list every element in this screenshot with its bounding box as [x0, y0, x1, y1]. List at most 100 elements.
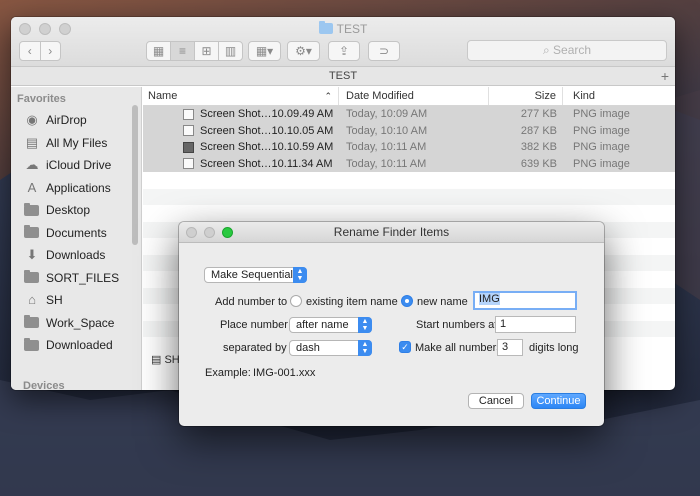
cloud-icon: ☁	[25, 157, 39, 173]
rename-dialog: Rename Finder Items Make Sequential ▲ ▼ A…	[179, 222, 604, 426]
sidebar-favorites-header: Favorites	[17, 93, 66, 105]
bottom-path-bar: ▤ SH	[151, 354, 180, 366]
make-all-numbers-checkbox[interactable]: ✓	[399, 341, 411, 353]
share-icon: ⇪	[338, 44, 350, 58]
sidebar-item-downloaded[interactable]: Downloaded	[11, 334, 141, 357]
search-field[interactable]: ⌕ Search	[467, 40, 667, 61]
finder-titlebar: TEST ‹ › ▦ ≡ ⊞ ▥ ▦▾ ⚙▾ ⇪ ⊃ ⌕ Search	[11, 17, 675, 67]
continue-button[interactable]: Continue	[531, 393, 586, 409]
column-header-kind[interactable]: Kind	[563, 87, 675, 105]
list-view-button[interactable]: ≡	[171, 42, 195, 60]
table-row[interactable]: Screen Shot…10.10.05 AM Today, 10:10 AM …	[143, 122, 675, 139]
drive-icon: ▤	[151, 354, 162, 366]
sidebar-scrollbar[interactable]	[132, 105, 138, 245]
cover-flow-button[interactable]: ▥	[219, 42, 242, 60]
chevron-updown-icon: ▲ ▼	[293, 267, 307, 283]
sidebar-item-sort-files[interactable]: SORT_FILES	[11, 267, 141, 290]
separator-select[interactable]: dash ▲ ▼	[289, 340, 372, 356]
dialog-titlebar: Rename Finder Items	[179, 222, 604, 243]
example-label: Example:	[205, 367, 251, 379]
column-header-date[interactable]: Date Modified	[339, 87, 489, 105]
new-name-label: new name	[417, 296, 468, 308]
start-numbers-input[interactable]: 1	[495, 316, 576, 333]
make-all-numbers-label: Make all numbers	[415, 342, 502, 354]
folder-icon	[24, 337, 39, 351]
action-gear-button[interactable]: ⚙▾	[287, 41, 320, 61]
new-name-radio[interactable]	[401, 295, 413, 307]
existing-name-radio[interactable]	[290, 295, 302, 307]
tag-icon: ⊃	[378, 44, 390, 58]
dialog-minimize-button[interactable]	[204, 227, 215, 238]
sidebar-item-airdrop[interactable]: ◉ AirDrop	[11, 109, 141, 132]
dialog-title: Rename Finder Items	[333, 225, 450, 239]
image-file-icon	[183, 141, 194, 153]
image-file-icon	[183, 125, 194, 137]
chevron-updown-icon: ▲ ▼	[358, 340, 372, 356]
cancel-button[interactable]: Cancel	[468, 393, 524, 409]
column-header-name[interactable]: Name ⌃	[143, 87, 339, 105]
checkmark-icon: ✓	[401, 342, 409, 352]
applications-icon: A	[27, 179, 37, 195]
image-file-icon	[183, 108, 194, 120]
tags-button[interactable]: ⊃	[368, 41, 400, 61]
separated-by-label: separated by	[223, 342, 287, 354]
folder-icon	[318, 21, 333, 34]
dialog-window-controls	[186, 227, 233, 238]
chevron-updown-icon: ▲ ▼	[358, 317, 372, 333]
empty-row	[143, 188, 675, 205]
window-title: TEST	[11, 21, 675, 36]
sidebar-item-sh[interactable]: ⌂ SH	[11, 289, 141, 312]
column-header-size[interactable]: Size	[489, 87, 563, 105]
sidebar-item-work-space[interactable]: Work_Space	[11, 312, 141, 335]
search-icon: ⌕	[542, 43, 550, 57]
folder-icon	[24, 270, 39, 284]
table-row[interactable]: Screen Shot…10.09.49 AM Today, 10:09 AM …	[143, 106, 675, 123]
path-title-bar: TEST +	[11, 67, 675, 86]
sidebar-item-desktop[interactable]: Desktop	[11, 199, 141, 222]
sidebar: Favorites ◉ AirDrop ▤ All My Files ☁ iCloud…	[11, 87, 142, 390]
sidebar-item-downloads[interactable]: ⬇ Downloads	[11, 244, 141, 267]
forward-button[interactable]: ›	[41, 42, 61, 60]
dialog-zoom-button[interactable]	[222, 227, 233, 238]
add-number-to-label: Add number to	[215, 296, 288, 308]
icon-view-button[interactable]: ▦	[147, 42, 171, 60]
new-name-input[interactable]: IMG	[473, 291, 577, 310]
column-view-button[interactable]: ⊞	[195, 42, 219, 60]
arrange-button[interactable]: ▦▾	[248, 41, 281, 61]
sidebar-item-all-my-files[interactable]: ▤ All My Files	[11, 132, 141, 155]
desktop-icon	[24, 202, 39, 216]
image-file-icon	[183, 158, 194, 170]
dialog-close-button[interactable]	[186, 227, 197, 238]
view-mode-buttons: ▦ ≡ ⊞ ▥	[146, 41, 243, 61]
empty-row	[143, 172, 675, 189]
place-number-select[interactable]: after name ▲ ▼	[289, 317, 372, 333]
back-forward-buttons: ‹ ›	[19, 41, 61, 61]
folder-icon	[24, 315, 39, 329]
sidebar-item-documents[interactable]: Documents	[11, 222, 141, 245]
place-number-label: Place number	[220, 319, 288, 331]
table-row[interactable]: Screen Shot…10.11.34 AM Today, 10:11 AM …	[143, 155, 675, 172]
existing-name-label: existing item name	[306, 296, 398, 308]
dialog-body: Make Sequential ▲ ▼ Add number to existin…	[179, 243, 604, 426]
digits-input[interactable]: 3	[497, 339, 523, 356]
start-numbers-label: Start numbers at	[416, 319, 498, 331]
documents-icon	[24, 225, 39, 239]
home-icon: ⌂	[28, 292, 36, 308]
all-files-icon: ▤	[25, 134, 39, 150]
sidebar-devices-header: Devices	[23, 380, 65, 390]
column-headers: Name ⌃ Date Modified Size Kind	[143, 87, 675, 106]
downloads-icon: ⬇	[26, 247, 38, 263]
sort-caret-icon: ⌃	[324, 91, 332, 101]
add-tab-button[interactable]: +	[661, 67, 669, 85]
example-value: IMG-001.xxx	[253, 367, 316, 379]
gear-icon: ⚙▾	[295, 44, 312, 58]
digits-long-label: digits long	[529, 342, 579, 354]
back-button[interactable]: ‹	[20, 42, 41, 60]
sidebar-item-applications[interactable]: A Applications	[11, 177, 141, 200]
rename-mode-select[interactable]: Make Sequential ▲ ▼	[204, 267, 307, 283]
sidebar-item-icloud-drive[interactable]: ☁ iCloud Drive	[11, 154, 141, 177]
airdrop-icon: ◉	[26, 112, 38, 128]
empty-row	[143, 205, 675, 222]
table-row[interactable]: Screen Shot…10.10.59 AM Today, 10:11 AM …	[143, 139, 675, 156]
share-button[interactable]: ⇪	[328, 41, 360, 61]
